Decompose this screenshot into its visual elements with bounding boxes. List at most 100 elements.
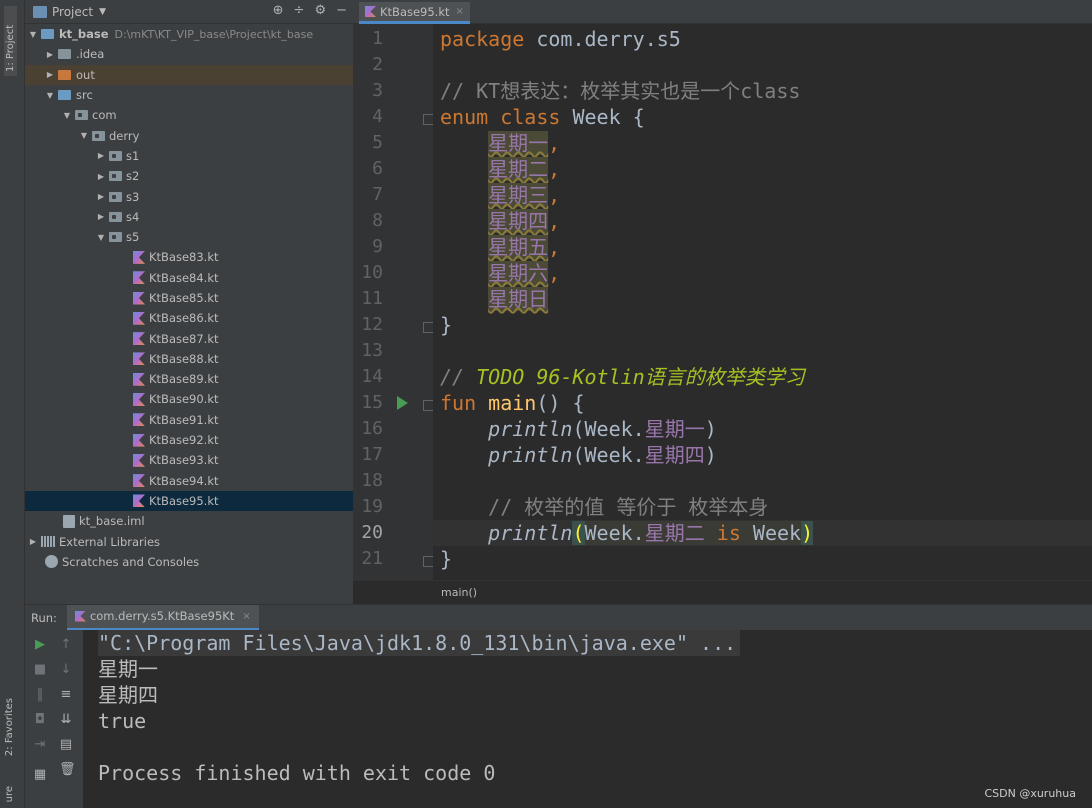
tree-item-ktbase93[interactable]: KtBase93.kt	[25, 450, 353, 470]
chevron-right-icon[interactable]: ▶	[45, 50, 55, 59]
locate-icon[interactable]: ⊕	[273, 3, 284, 18]
tree-item-idea[interactable]: ▶ .idea	[25, 44, 353, 64]
code-line: enum class Week {	[433, 104, 1092, 130]
kotlin-file-icon	[133, 372, 145, 386]
scroll-to-end-icon[interactable]: ⇊	[59, 713, 73, 727]
chevron-down-icon[interactable]: ▼	[45, 91, 55, 100]
chevron-down-icon[interactable]: ▼	[79, 131, 89, 140]
line-number: 18	[361, 470, 383, 491]
code-line: // 枚举的值 等价于 枚举本身	[433, 494, 1092, 520]
console-command-line: "C:\Program Files\Java\jdk1.8.0_131\bin\…	[98, 630, 741, 656]
stop-icon[interactable]: ■	[33, 663, 47, 677]
chevron-right-icon[interactable]: ▶	[45, 70, 55, 79]
tree-item-src[interactable]: ▼ src	[25, 85, 353, 105]
console-output[interactable]: "C:\Program Files\Java\jdk1.8.0_131\bin\…	[83, 630, 1092, 808]
line-number: 7	[372, 184, 383, 205]
tree-item-s2[interactable]: ▶ s2	[25, 166, 353, 186]
editor-breadcrumb[interactable]: main()	[353, 580, 1092, 604]
chevron-down-icon[interactable]: ▼	[96, 233, 106, 242]
camera-icon[interactable]: ◘	[33, 713, 47, 727]
tree-item-external-libraries[interactable]: ▶ External Libraries	[25, 531, 353, 551]
kotlin-file-icon	[133, 291, 145, 305]
chevron-down-icon[interactable]: ▼	[99, 7, 106, 17]
tree-item-ktbase83[interactable]: KtBase83.kt	[25, 247, 353, 267]
enum-constant: 星期五	[488, 235, 549, 259]
console-line: true	[98, 709, 147, 733]
line-number: 16	[361, 418, 383, 439]
chevron-down-icon[interactable]: ▼	[28, 30, 38, 39]
tree-item-s4[interactable]: ▶ s4	[25, 207, 353, 227]
tree-item-s1[interactable]: ▶ s1	[25, 146, 353, 166]
code-editor[interactable]: package com.derry.s5 // KT想表达：枚举其实也是一个cl…	[433, 24, 1092, 580]
code-text: }	[440, 313, 453, 337]
run-panel-header: Run: com.derry.s5.KtBase95Kt ×	[25, 604, 1092, 631]
chevron-down-icon[interactable]: ▼	[62, 111, 72, 120]
tree-item-ktbase94[interactable]: KtBase94.kt	[25, 471, 353, 491]
tree-item-ktbase88[interactable]: KtBase88.kt	[25, 349, 353, 369]
tree-item-ktbase90[interactable]: KtBase90.kt	[25, 389, 353, 409]
tree-item-com[interactable]: ▼ com	[25, 105, 353, 125]
comment: // KT想表达：枚举其实也是一个class	[440, 79, 801, 103]
tree-item-derry[interactable]: ▼ derry	[25, 125, 353, 145]
tree-item-label: Scratches and Consoles	[62, 554, 200, 569]
tree-item-ktbase87[interactable]: KtBase87.kt	[25, 328, 353, 348]
code-text: (Week.	[572, 417, 645, 441]
exit-icon[interactable]: ⇥	[33, 738, 47, 752]
close-icon[interactable]: ×	[456, 6, 464, 17]
structure-tool-tab[interactable]: ure	[4, 786, 15, 802]
tree-item-ktbase92[interactable]: KtBase92.kt	[25, 430, 353, 450]
comma: ,	[548, 235, 561, 259]
tree-item-ktbase89[interactable]: KtBase89.kt	[25, 369, 353, 389]
editor-tab-ktbase95[interactable]: KtBase95.kt ×	[359, 2, 470, 24]
tree-item-ktbase86[interactable]: KtBase86.kt	[25, 308, 353, 328]
trash-icon[interactable]: 🗑	[59, 763, 76, 777]
function-name: main	[488, 391, 537, 415]
chevron-right-icon[interactable]: ▶	[28, 537, 38, 546]
tree-item-label: s1	[126, 148, 140, 163]
line-number: 12	[361, 314, 383, 335]
close-icon[interactable]: ×	[242, 611, 250, 622]
comma: ,	[548, 157, 561, 181]
gear-icon[interactable]: ⚙	[314, 3, 326, 18]
collapse-all-icon[interactable]: ÷	[294, 3, 305, 18]
favorites-tool-tab[interactable]: 2: Favorites	[4, 698, 15, 756]
chevron-right-icon[interactable]: ▶	[96, 212, 106, 221]
rerun-icon[interactable]: ▶	[33, 638, 47, 652]
enum-constant: 星期四	[644, 443, 705, 467]
arrow-up-icon[interactable]: ↑	[59, 638, 73, 652]
chevron-right-icon[interactable]: ▶	[96, 151, 106, 160]
chevron-right-icon[interactable]: ▶	[96, 192, 106, 201]
tree-item-ktbase95[interactable]: KtBase95.kt	[25, 490, 353, 512]
arrow-down-icon[interactable]: ↓	[59, 663, 73, 677]
line-number: 13	[361, 340, 383, 361]
tree-item-kt-base[interactable]: ▼ kt_base D:\mKT\KT_VIP_base\Project\kt_…	[25, 24, 353, 44]
layout-icon[interactable]: ▦	[33, 768, 47, 782]
print-icon[interactable]: ▤	[59, 738, 73, 752]
project-tool-tab[interactable]: 1: Project	[4, 6, 17, 76]
run-gutter-icon[interactable]	[397, 396, 408, 410]
pause-icon[interactable]: ‖	[33, 688, 47, 702]
left-tool-strip: 1: Project 2: Favorites ure	[0, 0, 25, 808]
project-tree: ▼ kt_base D:\mKT\KT_VIP_base\Project\kt_…	[25, 24, 353, 572]
tree-item-label: KtBase95.kt	[149, 493, 219, 508]
tree-item-iml[interactable]: kt_base.iml	[25, 511, 353, 531]
tree-item-ktbase85[interactable]: KtBase85.kt	[25, 288, 353, 308]
tree-item-label: s4	[126, 209, 140, 224]
tree-item-out[interactable]: ▶ out	[25, 64, 353, 85]
chevron-right-icon[interactable]: ▶	[96, 172, 106, 181]
package-icon	[109, 211, 122, 222]
enum-constant: 星期六	[488, 261, 549, 285]
package-icon	[92, 130, 105, 141]
hide-panel-icon[interactable]: −	[336, 3, 347, 18]
module-folder-icon	[41, 29, 54, 40]
tree-item-ktbase84[interactable]: KtBase84.kt	[25, 268, 353, 288]
tree-item-scratches[interactable]: Scratches and Consoles	[25, 552, 353, 572]
library-icon	[41, 536, 55, 548]
run-tab[interactable]: com.derry.s5.KtBase95Kt ×	[66, 604, 259, 631]
package-icon	[109, 150, 122, 161]
tree-item-ktbase91[interactable]: KtBase91.kt	[25, 410, 353, 430]
tree-item-s3[interactable]: ▶ s3	[25, 186, 353, 206]
project-panel-title[interactable]: Project	[52, 5, 93, 19]
tree-item-s5[interactable]: ▼ s5	[25, 227, 353, 247]
soft-wrap-icon[interactable]: ≡	[59, 688, 73, 702]
